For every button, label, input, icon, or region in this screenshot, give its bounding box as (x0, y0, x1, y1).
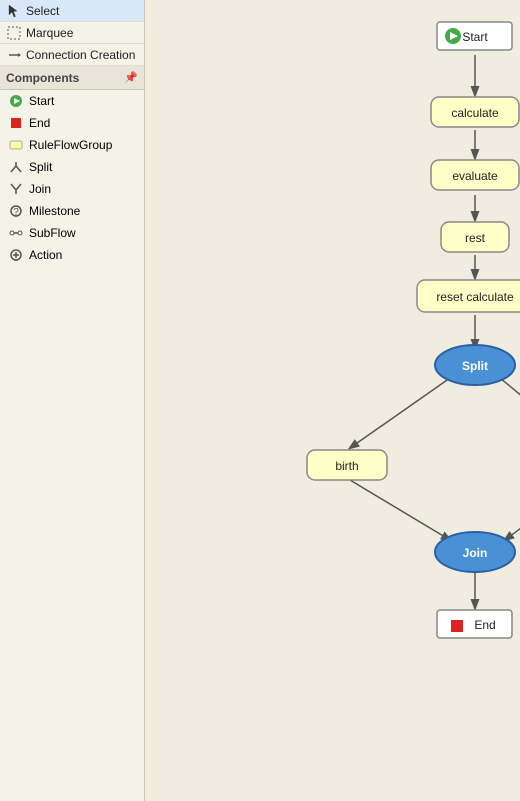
tool-marquee-label: Marquee (26, 26, 73, 40)
sidebar: Select Marquee Connection Creation Compo… (0, 0, 145, 801)
pin-icon[interactable]: 📌 (124, 71, 138, 84)
svg-text:evaluate: evaluate (452, 169, 498, 183)
components-header: Components 📌 (0, 66, 144, 90)
svg-text:birth: birth (335, 459, 358, 473)
tool-connection[interactable]: Connection Creation (0, 44, 144, 66)
comp-split-label: Split (29, 160, 52, 174)
comp-milestone[interactable]: ? Milestone (0, 200, 144, 222)
comp-end-label: End (29, 116, 50, 130)
tool-select[interactable]: Select (0, 0, 144, 22)
svg-text:End: End (474, 618, 495, 632)
comp-start-label: Start (29, 94, 54, 108)
svg-text:calculate: calculate (451, 106, 499, 120)
svg-text:Join: Join (463, 546, 488, 560)
svg-text:rest: rest (465, 231, 486, 245)
arrow-icon (6, 47, 22, 63)
comp-subflow-label: SubFlow (29, 226, 76, 240)
split-icon (8, 159, 24, 175)
comp-ruleflow-label: RuleFlowGroup (29, 138, 112, 152)
comp-join-label: Join (29, 182, 51, 196)
comp-split[interactable]: Split (0, 156, 144, 178)
comp-subflow[interactable]: SubFlow (0, 222, 144, 244)
tool-connection-label: Connection Creation (26, 48, 135, 62)
comp-action-label: Action (29, 248, 62, 262)
comp-start[interactable]: Start (0, 90, 144, 112)
start-icon (8, 93, 24, 109)
comp-milestone-label: Milestone (29, 204, 80, 218)
ruleflow-icon (8, 137, 24, 153)
join-icon (8, 181, 24, 197)
comp-end[interactable]: End (0, 112, 144, 134)
milestone-icon: ? (8, 203, 24, 219)
flow-canvas[interactable]: Start calculate evaluate rest reset calc… (145, 0, 520, 801)
action-icon (8, 247, 24, 263)
tool-select-label: Select (26, 4, 59, 18)
comp-action[interactable]: Action (0, 244, 144, 266)
flow-diagram: Start calculate evaluate rest reset calc… (145, 0, 520, 801)
marquee-icon (6, 25, 22, 41)
svg-text:reset calculate: reset calculate (436, 290, 514, 304)
comp-join[interactable]: Join (0, 178, 144, 200)
components-header-label: Components (6, 71, 79, 85)
svg-text:Split: Split (462, 359, 488, 373)
end-icon (8, 115, 24, 131)
cursor-icon (6, 3, 22, 19)
comp-ruleflow[interactable]: RuleFlowGroup (0, 134, 144, 156)
svg-text:?: ? (13, 207, 19, 218)
subflow-icon (8, 225, 24, 241)
svg-text:Start: Start (462, 30, 488, 44)
tool-marquee[interactable]: Marquee (0, 22, 144, 44)
